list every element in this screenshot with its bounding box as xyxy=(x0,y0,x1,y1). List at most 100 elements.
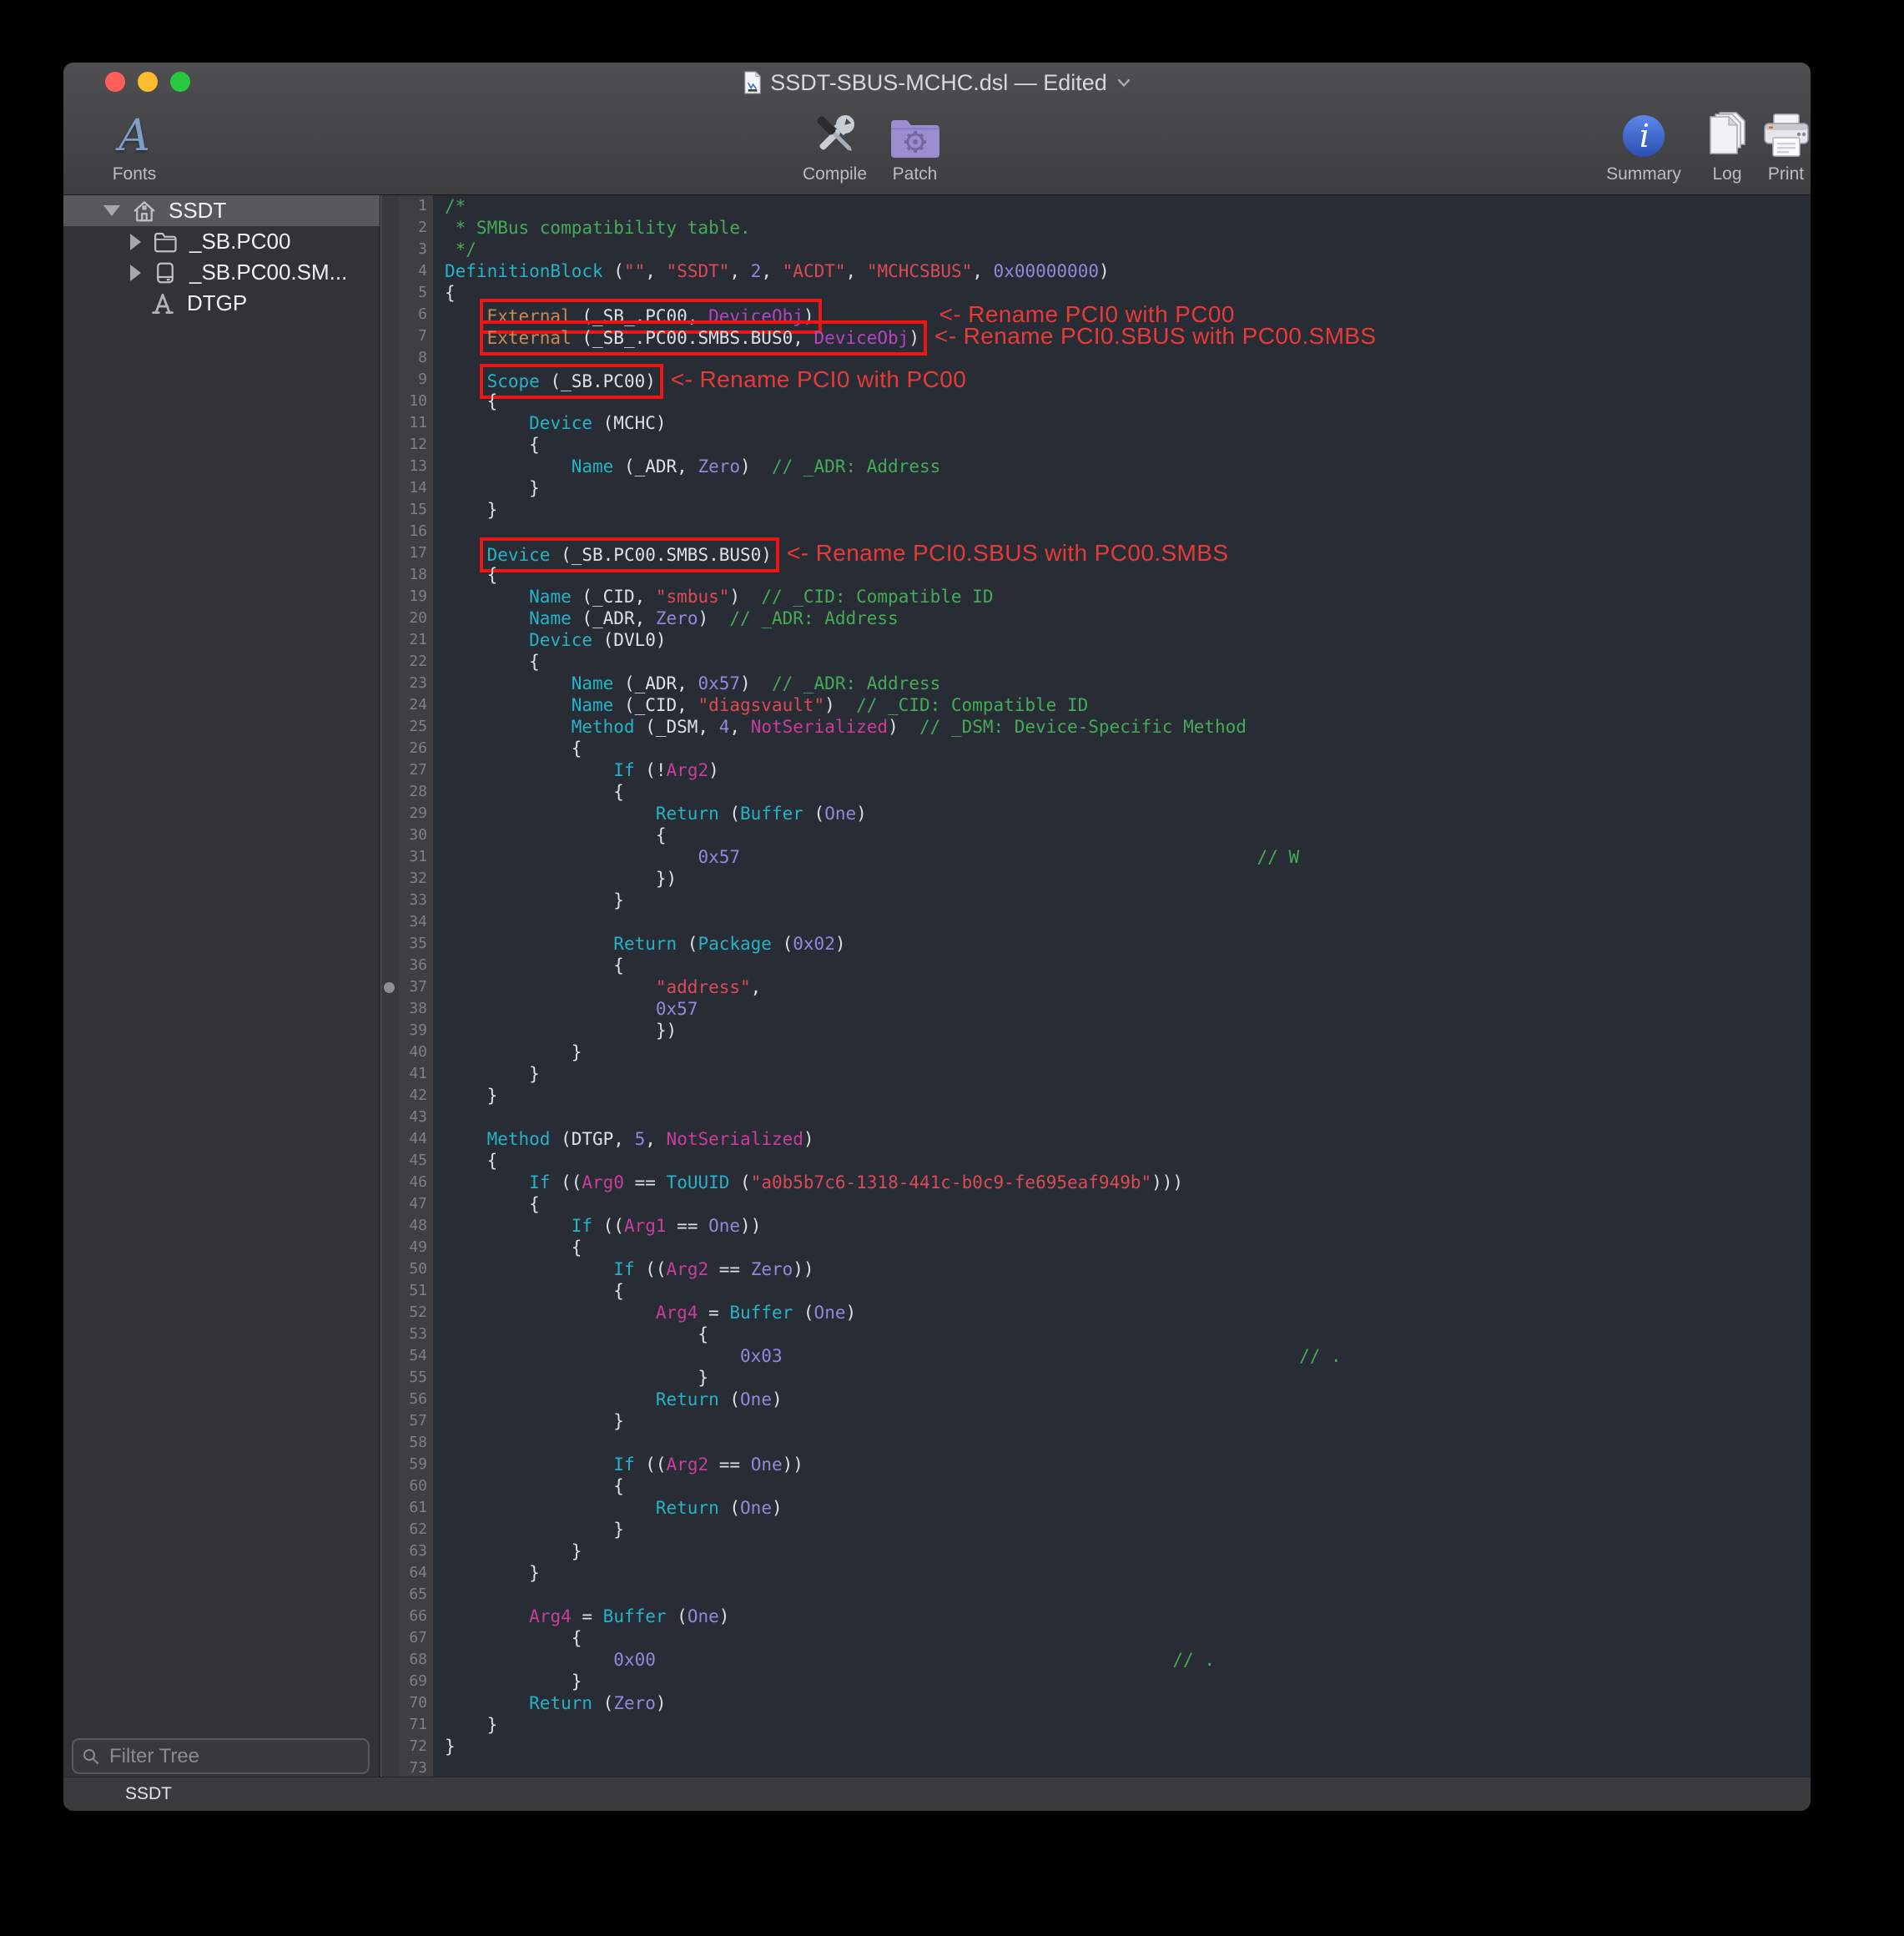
line-number: 65 xyxy=(398,1584,433,1606)
rename-highlight-box: Scope (_SB.PC00) xyxy=(487,371,656,391)
code-line: 51 { xyxy=(398,1280,1811,1302)
code-line: 48 If ((Arg1 == One)) xyxy=(398,1215,1811,1237)
filter-tree-input[interactable] xyxy=(108,1744,360,1769)
line-number: 17 xyxy=(398,542,433,564)
tree-item-dtgp[interactable]: DTGP xyxy=(63,288,380,319)
code-line: 13 Name (_ADR, Zero) // _ADR: Address xyxy=(398,456,1811,477)
code-line: 44 Method (DTGP, 5, NotSerialized) xyxy=(398,1128,1811,1150)
tree-item-label: _SB.PC00.SM... xyxy=(189,260,347,285)
line-number: 71 xyxy=(398,1714,433,1736)
rename-annotation: <- Rename PCI0.SBUS with PC00.SMBS xyxy=(787,540,1228,566)
folder-icon xyxy=(153,229,178,255)
line-number: 55 xyxy=(398,1367,433,1389)
code-line: 11 Device (MCHC) xyxy=(398,412,1811,434)
line-number: 48 xyxy=(398,1215,433,1237)
tree-item-ssdt[interactable]: SSDT xyxy=(63,195,380,226)
line-number: 60 xyxy=(398,1475,433,1497)
line-number: 38 xyxy=(398,998,433,1020)
code-line: 27 If (!Arg2) xyxy=(398,759,1811,781)
code-line: 61 Return (One) xyxy=(398,1497,1811,1519)
line-number: 46 xyxy=(398,1172,433,1193)
code-line: 68 0x00 // . xyxy=(398,1649,1811,1671)
line-number: 31 xyxy=(398,846,433,868)
line-number: 22 xyxy=(398,651,433,673)
code-line: 64 } xyxy=(398,1562,1811,1584)
sidebar: SSDT _SB.PC00 xyxy=(63,195,380,1777)
line-number: 23 xyxy=(398,673,433,694)
code-line: 41 } xyxy=(398,1063,1811,1085)
tree-item-sb-pc00[interactable]: _SB.PC00 xyxy=(63,226,380,257)
code-line: 10 { xyxy=(398,391,1811,412)
device-icon xyxy=(153,260,178,285)
window-header: SSDT-SBUS-MCHC.dsl — Edited A Fonts xyxy=(63,63,1811,195)
line-number: 70 xyxy=(398,1692,433,1714)
code-line: 20 Name (_ADR, Zero) // _ADR: Address xyxy=(398,608,1811,629)
code-line: 21 Device (DVL0) xyxy=(398,629,1811,651)
line-number: 43 xyxy=(398,1107,433,1128)
disclosure-collapsed-icon[interactable] xyxy=(130,234,141,250)
code-line: 67 { xyxy=(398,1627,1811,1649)
line-number: 30 xyxy=(398,824,433,846)
line-number: 56 xyxy=(398,1389,433,1410)
disclosure-collapsed-icon[interactable] xyxy=(130,265,141,281)
print-button[interactable]: Print xyxy=(1750,104,1811,184)
line-number: 20 xyxy=(398,608,433,629)
code-line: 65 xyxy=(398,1584,1811,1606)
tree-item-sb-pc00-sm[interactable]: _SB.PC00.SM... xyxy=(63,257,380,288)
rename-highlight-box: External (_SB_.PC00, DeviceObj) xyxy=(487,306,814,326)
code-line: 63 } xyxy=(398,1540,1811,1562)
filter-tree-field[interactable] xyxy=(72,1738,370,1774)
line-number: 1 xyxy=(398,195,433,217)
compile-button[interactable]: Compile xyxy=(783,104,887,184)
line-number: 62 xyxy=(398,1519,433,1540)
log-label: Log xyxy=(1712,164,1741,184)
fonts-button[interactable]: A Fonts xyxy=(88,104,180,184)
line-number: 34 xyxy=(398,911,433,933)
code-line: 43 xyxy=(398,1107,1811,1128)
code-line: 47 { xyxy=(398,1193,1811,1215)
code-line: 14 } xyxy=(398,477,1811,499)
print-label: Print xyxy=(1768,164,1804,184)
line-number: 27 xyxy=(398,759,433,781)
code-lines[interactable]: 1/*2 * SMBus compatibility table.3 */4De… xyxy=(398,195,1811,1777)
code-line: 29 Return (Buffer (One) xyxy=(398,803,1811,824)
code-editor[interactable]: 1/*2 * SMBus compatibility table.3 */4De… xyxy=(380,195,1811,1777)
line-number: 11 xyxy=(398,412,433,434)
summary-button[interactable]: i Summary xyxy=(1594,104,1694,184)
code-line: 42 } xyxy=(398,1085,1811,1107)
line-number: 54 xyxy=(398,1345,433,1367)
code-line: 31 0x57 // W xyxy=(398,846,1811,868)
line-number: 41 xyxy=(398,1063,433,1085)
code-line: 59 If ((Arg2 == One)) xyxy=(398,1454,1811,1475)
code-line: 18 { xyxy=(398,564,1811,586)
code-line: 23 Name (_ADR, 0x57) // _ADR: Address xyxy=(398,673,1811,694)
code-line: 28 { xyxy=(398,781,1811,803)
code-line: 73 xyxy=(398,1757,1811,1777)
code-line: 70 Return (Zero) xyxy=(398,1692,1811,1714)
code-line: 60 { xyxy=(398,1475,1811,1497)
line-number: 45 xyxy=(398,1150,433,1172)
code-line: 69 } xyxy=(398,1671,1811,1692)
line-number: 68 xyxy=(398,1649,433,1671)
code-line: 17 Device (_SB.PC00.SMBS.BUS0)<- Rename … xyxy=(398,542,1811,564)
line-number: 14 xyxy=(398,477,433,499)
code-line: 30 { xyxy=(398,824,1811,846)
rename-highlight-box: External (_SB_.PC00.SMBS.BUS0, DeviceObj… xyxy=(487,328,919,348)
line-number: 12 xyxy=(398,434,433,456)
log-pages-icon xyxy=(1703,106,1751,159)
code-line: 38 0x57 xyxy=(398,998,1811,1020)
code-line: 34 xyxy=(398,911,1811,933)
code-line: 49 { xyxy=(398,1237,1811,1258)
code-line: 62 } xyxy=(398,1519,1811,1540)
code-line: 25 Method (_DSM, 4, NotSerialized) // _D… xyxy=(398,716,1811,738)
code-line: 15 } xyxy=(398,499,1811,521)
patch-button[interactable]: Patch xyxy=(879,104,950,184)
line-number: 39 xyxy=(398,1020,433,1041)
line-number: 24 xyxy=(398,694,433,716)
disclosure-expanded-icon[interactable] xyxy=(103,205,120,216)
tree-item-label: _SB.PC00 xyxy=(189,229,290,255)
status-bar: SSDT xyxy=(63,1777,1811,1811)
compile-label: Compile xyxy=(803,164,867,184)
line-number: 61 xyxy=(398,1497,433,1519)
title-chevron-down-icon[interactable] xyxy=(1117,78,1131,88)
